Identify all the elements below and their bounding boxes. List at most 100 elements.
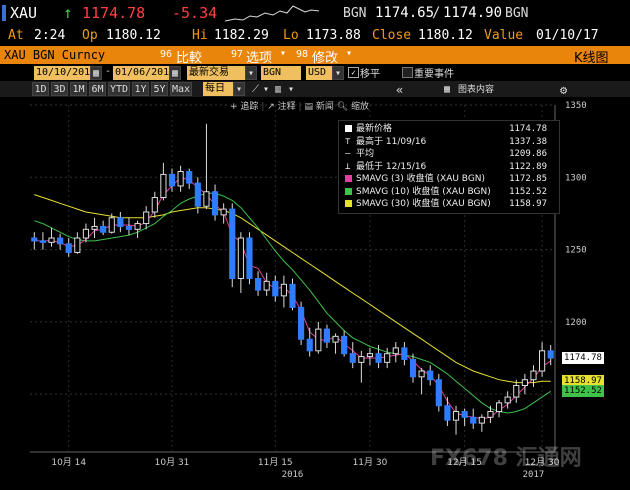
legend-swatch <box>345 175 352 182</box>
candle-body <box>401 347 408 360</box>
last-price: 1174.78 <box>82 4 146 22</box>
date-range-dash: - <box>105 66 112 77</box>
period-button-max[interactable]: Max <box>170 82 192 96</box>
candle-body <box>117 217 124 227</box>
low-label: Lo <box>283 28 299 43</box>
period-button-1m[interactable]: 1M <box>70 82 87 96</box>
watermark-logo: FX678 汇通网 <box>430 446 582 471</box>
legend-row: ⊤ 最高于 11/09/16 1337.38 <box>345 137 553 148</box>
frequency-chevron-icon[interactable]: ▾ <box>233 82 245 96</box>
candle-body <box>452 411 460 421</box>
candle-body <box>315 328 322 352</box>
source-select[interactable]: BGN <box>261 66 301 80</box>
legend-label: SMAVG (3) 收盘值 (XAU BGN) <box>356 174 486 184</box>
table-icon[interactable]: ▦ <box>444 83 450 97</box>
low-price: 1173.88 <box>306 28 361 43</box>
candle-body <box>100 225 107 233</box>
period-button-3d[interactable]: 3D <box>51 82 68 96</box>
price-tag: 1174.78 <box>562 352 604 365</box>
candle-body <box>366 353 374 358</box>
candle-body <box>341 335 348 355</box>
bid-price: 1174.65 <box>375 5 435 21</box>
candle-body <box>435 379 442 407</box>
period-button-1d[interactable]: 1D <box>32 82 49 96</box>
up-arrow-icon: ↑ <box>63 3 73 22</box>
candle-body <box>39 240 46 243</box>
legend-marker-icon: ⊥ <box>345 161 351 172</box>
end-date-field[interactable]: 01/06/2017 <box>113 66 175 80</box>
settings-gear-icon[interactable]: ⚙ <box>560 83 567 97</box>
candle-body <box>143 211 150 225</box>
bgn-label: BGN <box>343 6 367 21</box>
candle-body <box>125 225 133 230</box>
candle-body <box>108 217 115 233</box>
bid-ask-sep: / <box>432 5 441 21</box>
end-calendar-icon[interactable]: ▦ <box>169 66 181 80</box>
close-label: Close <box>372 28 412 43</box>
candle-style-icon[interactable]: ▥ <box>275 83 281 97</box>
start-calendar-icon[interactable]: ▦ <box>90 66 102 80</box>
candle-body <box>74 237 81 253</box>
legend-label: SMAVG (10) 收盘值 (XAU BGN) <box>356 186 491 197</box>
trade-type-chevron-icon[interactable]: ▾ <box>245 66 257 80</box>
period-button-1y[interactable]: 1Y <box>132 82 149 96</box>
options-chevron-icon[interactable]: ▾ <box>280 48 286 59</box>
legend-row: – 平均 1209.86 <box>345 149 553 160</box>
candle-body <box>203 191 210 207</box>
events-label: 重要事件 <box>414 69 454 80</box>
y-tick-label: 1200 <box>565 318 587 328</box>
frequency-select[interactable]: 每日 <box>203 82 233 96</box>
table-button[interactable]: 图表内容 <box>458 83 494 97</box>
start-date-field[interactable]: 10/10/2016 <box>34 66 96 80</box>
candle-body <box>409 358 417 378</box>
legend-value: 1174.78 <box>509 124 547 134</box>
candle-body <box>151 197 158 213</box>
candle-body <box>82 228 90 239</box>
ticker-symbol[interactable]: XAU <box>10 4 37 22</box>
edit-chevron-icon[interactable]: ▾ <box>346 48 352 59</box>
y-tick-label: 1250 <box>565 246 587 256</box>
candle-body <box>160 173 167 199</box>
collapse-left-icon[interactable]: « <box>396 83 403 97</box>
menu-bar: XAU BGN Curncy 96 比較 97 选项 ▾ 98 修改 ▾ K线图 <box>0 46 630 66</box>
candle-body <box>521 379 528 386</box>
style-chevron-icon[interactable]: ▾ <box>288 83 294 97</box>
security-name: XAU BGN Curncy <box>4 48 106 62</box>
legend-swatch <box>345 125 352 132</box>
controls-bar: 10/10/2016 ▦ - 01/06/2017 ▦ 最新交易 ▾ BGN U… <box>0 64 630 81</box>
candle-body <box>91 225 98 230</box>
candle-body <box>168 173 176 187</box>
legend-label: 最新价格 <box>356 124 393 134</box>
period-button-6m[interactable]: 6M <box>89 82 106 96</box>
candle-body <box>539 350 546 372</box>
shift-checkbox[interactable]: ✓ <box>348 67 359 78</box>
value-date: 01/10/17 <box>536 28 599 43</box>
line-chart-icon[interactable]: ⟋ <box>252 83 259 97</box>
legend-row: SMAVG (3) 收盘值 (XAU BGN) 1172.85 <box>345 174 553 185</box>
legend-value: 1209.86 <box>509 149 547 159</box>
open-price: 1180.12 <box>106 28 161 43</box>
period-button-5y[interactable]: 5Y <box>151 82 168 96</box>
legend-swatch <box>345 187 352 195</box>
period-button-ytd[interactable]: YTD <box>108 82 130 96</box>
tools-bar: 1D 3D 1M 6M YTD 1Y 5Y Max 每日 ▾ ⟋ ▾ ▥ ▾ « ▦ 图表内容… <box>0 81 630 97</box>
trade-type-select[interactable]: 最新交易 <box>187 66 245 80</box>
candle-body <box>530 370 537 381</box>
at-label: At <box>8 28 24 43</box>
legend-row: 最新价格 1174.78 <box>345 124 553 135</box>
currency-chevron-icon[interactable]: ▾ <box>332 66 344 80</box>
ask-price: 1174.90 <box>443 5 503 21</box>
candle-body <box>478 416 485 424</box>
value-label: Value <box>484 28 524 43</box>
legend-value: 1122.89 <box>509 161 547 172</box>
currency-select[interactable]: USD <box>306 66 332 80</box>
events-checkbox[interactable] <box>402 67 413 78</box>
legend-swatch <box>345 200 352 207</box>
candle-body <box>547 350 554 359</box>
at-time: 2:24 <box>34 28 66 43</box>
options-num: 97 <box>231 49 244 60</box>
candle-body <box>487 411 494 418</box>
chart-type-chevron-icon[interactable]: ▾ <box>263 83 269 97</box>
ticker-bar: XAU ↑ 1174.78 -5.34 BGN 1174.65 / 1174.9… <box>0 0 630 26</box>
candle-body <box>470 416 477 424</box>
